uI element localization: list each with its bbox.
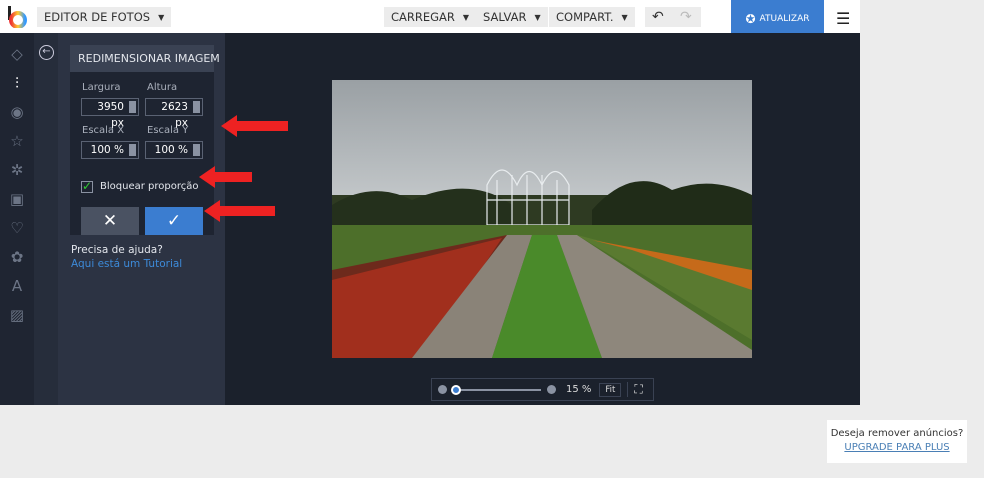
zoom-in-icon[interactable] (547, 385, 556, 394)
caret-down-icon: ▼ (621, 12, 628, 22)
secondary-rail: ← (34, 33, 58, 405)
zoom-out-icon[interactable] (438, 385, 447, 394)
zoom-value: 15 % (566, 384, 592, 395)
check-icon: ✓ (166, 211, 182, 231)
panel-title: REDIMENSIONAR IMAGEM (70, 45, 220, 72)
width-input[interactable]: 3950 px (81, 98, 139, 129)
undo-icon: ↶ (652, 9, 664, 25)
annotation-arrow (221, 115, 288, 137)
top-bar: EDITOR DE FOTOS ▼ CARREGAR ▼ SALVAR ▼ COMPA… (0, 0, 860, 37)
editor-label: EDITOR DE FOTOS (44, 10, 151, 24)
badge-shape-icon[interactable]: ✿ (8, 248, 26, 266)
help-section: Precisa de ajuda? Aqui está um Tutorial (71, 243, 182, 271)
photo-image (332, 169, 752, 358)
redo-icon: ↷ (680, 9, 692, 25)
annotation-arrow (199, 166, 252, 188)
scaley-label: Escala Y (147, 125, 189, 136)
apply-button[interactable]: ✓ (145, 207, 203, 235)
badge-icon: ✪ (745, 11, 756, 26)
adjust-icon[interactable]: ⫶ (8, 74, 26, 92)
help-text: Precisa de ajuda? (71, 244, 163, 256)
ad-text: Deseja remover anúncios? (830, 428, 964, 439)
ad-removal-box: Deseja remover anúncios? UPGRADE PARA PLU… (827, 420, 967, 463)
save-menu[interactable]: SALVAR ▼ (476, 7, 548, 27)
height-input[interactable]: 2623 px (145, 98, 203, 129)
height-label: Altura (147, 82, 178, 93)
annotation-arrow (204, 200, 275, 222)
share-label: COMPART. (556, 10, 614, 24)
hamburger-menu-icon[interactable]: ☰ (836, 9, 850, 28)
texture-icon[interactable]: ▨ (8, 306, 26, 324)
save-label: SALVAR (483, 10, 527, 24)
layers-icon[interactable]: ◇ (8, 45, 26, 63)
tutorial-link[interactable]: Aqui está um Tutorial (71, 257, 182, 271)
upgrade-label: ATUALIZAR (759, 13, 810, 24)
caret-down-icon: ▼ (158, 12, 165, 22)
cancel-button[interactable]: ✕ (81, 207, 139, 235)
photo-canvas[interactable] (332, 80, 752, 358)
resize-panel: REDIMENSIONAR IMAGEM Largura Altura 3950… (58, 33, 225, 405)
close-icon: ✕ (102, 211, 118, 231)
scalex-label: Escala X (82, 125, 125, 136)
upgrade-plus-link[interactable]: UPGRADE PARA PLUS (827, 441, 967, 455)
scalex-input[interactable]: 100 % (81, 141, 139, 159)
lock-proportion-checkbox[interactable]: ✓ (81, 180, 93, 193)
star-icon[interactable]: ☆ (8, 132, 26, 150)
load-menu[interactable]: CARREGAR ▼ (384, 7, 477, 27)
heart-icon[interactable]: ♡ (8, 219, 26, 237)
fit-button[interactable]: Fit (599, 382, 622, 397)
tool-rail: ◇ ⫶ ◉ ☆ ✲ ▣ ♡ ✿ A ▨ (0, 33, 34, 405)
load-label: CARREGAR (391, 10, 455, 24)
editor-menu[interactable]: EDITOR DE FOTOS ▼ (37, 7, 172, 27)
undo-button[interactable]: ↶ (645, 7, 673, 27)
text-icon[interactable]: A (8, 277, 26, 295)
caret-down-icon: ▼ (462, 12, 470, 22)
gear-effects-icon[interactable]: ✲ (8, 161, 26, 179)
editor-area: ◇ ⫶ ◉ ☆ ✲ ▣ ♡ ✿ A ▨ ← REDIMENSIONAR IMAG… (0, 33, 860, 405)
zoom-slider[interactable] (451, 384, 541, 395)
app-logo[interactable] (7, 6, 27, 29)
caret-down-icon: ▼ (534, 12, 541, 22)
zoom-bar: 15 % Fit ⛶ (431, 378, 654, 401)
frame-icon[interactable]: ▣ (8, 190, 26, 208)
fullscreen-icon[interactable]: ⛶ (627, 382, 643, 397)
eye-icon[interactable]: ◉ (8, 103, 26, 121)
redo-button[interactable]: ↷ (673, 7, 701, 27)
share-menu[interactable]: COMPART. ▼ (549, 7, 635, 27)
upgrade-button[interactable]: ✪ ATUALIZAR (731, 0, 824, 37)
lock-proportion-label: Bloquear proporção (100, 181, 199, 192)
back-arrow-icon[interactable]: ← (39, 45, 54, 60)
scaley-input[interactable]: 100 % (145, 141, 203, 159)
width-label: Largura (82, 82, 121, 93)
resize-box: REDIMENSIONAR IMAGEM Largura Altura 3950… (70, 45, 220, 235)
zoom-slider-handle[interactable] (451, 384, 461, 395)
